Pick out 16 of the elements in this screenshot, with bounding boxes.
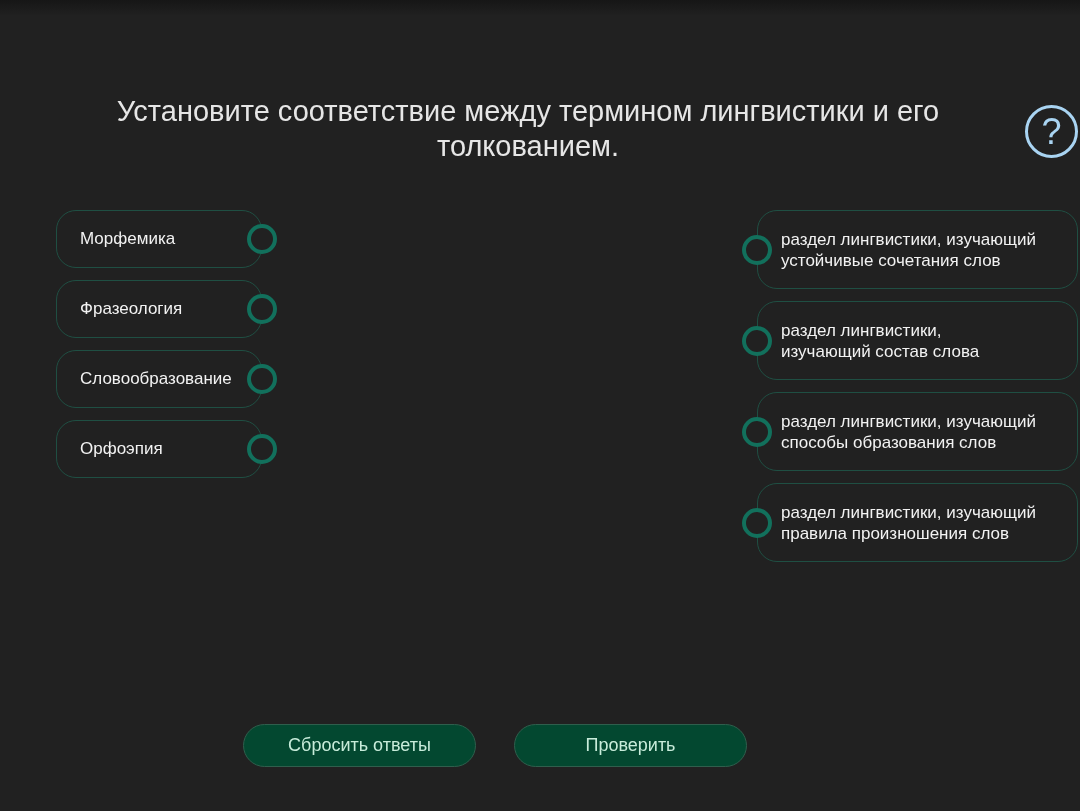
definition-text: раздел лингвистики, изучающий правила произношения слов (781, 501, 1036, 544)
definition-text: раздел лингвистики, изучающий способы образования слов (781, 410, 1036, 453)
connector-handle[interactable] (247, 364, 277, 394)
connector-handle[interactable] (742, 325, 772, 356)
reset-button[interactable]: Сбросить ответы (243, 724, 476, 767)
help-button[interactable]: ? (1025, 105, 1078, 158)
check-button[interactable]: Проверить (514, 724, 747, 767)
connector-handle[interactable] (247, 224, 277, 254)
definition-text: раздел лингвистики, изучающий состав слова (781, 319, 980, 362)
connector-handle[interactable] (742, 234, 772, 265)
connector-handle[interactable] (742, 416, 772, 447)
connector-handle[interactable] (742, 507, 772, 538)
connector-handle[interactable] (247, 434, 277, 464)
question-text: Установите соответствие между термином лингвистики и его толкованием. (115, 94, 941, 164)
definition-text: раздел лингвистики, изучающий устойчивые сочетания слов (781, 228, 1036, 271)
connector-handle[interactable] (247, 294, 277, 324)
